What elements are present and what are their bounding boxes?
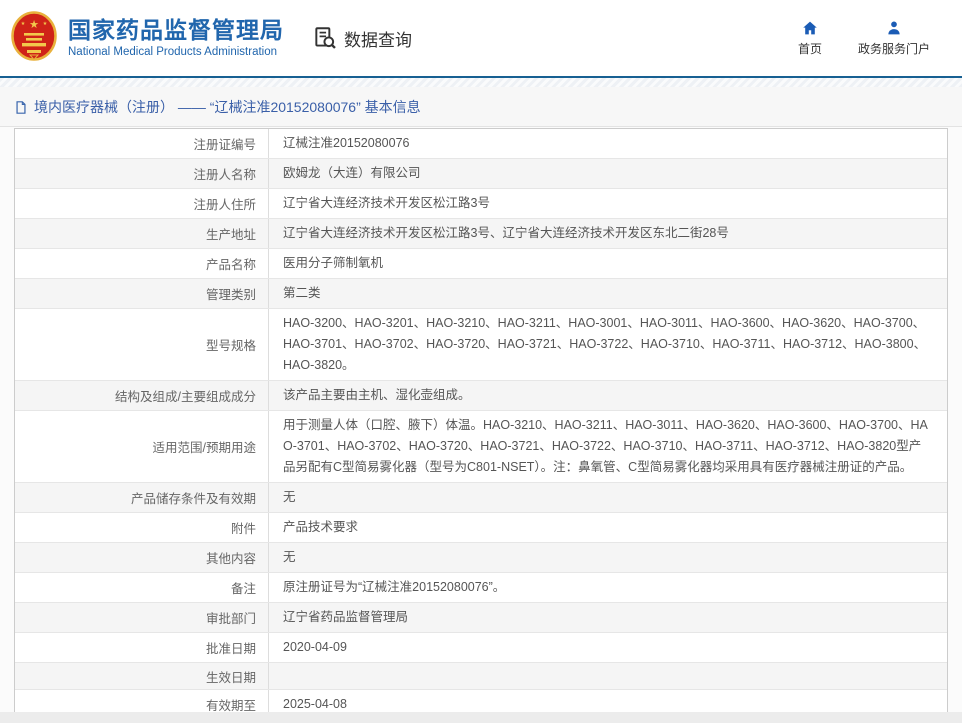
hatch-band [0,78,962,87]
nav-item-home[interactable]: 首页 [798,19,822,57]
data-query-label: 数据查询 [344,26,412,51]
row-label: 型号规格 [15,309,269,380]
svg-text:★: ★ [29,19,39,31]
data-query-tab[interactable]: 数据查询 [312,25,412,51]
table-row: 注册证编号 辽械注准20152080076 [15,129,947,159]
table-row: 生产地址 辽宁省大连经济技术开发区松江路3号、辽宁省大连经济技术开发区东北二街2… [15,219,947,249]
breadcrumb-text: 境内医疗器械（注册） —— “辽械注准20152080076” 基本信息 [34,97,421,117]
main-content: 境内医疗器械（注册） —— “辽械注准20152080076” 基本信息 注册证… [0,87,962,723]
site-title: 国家药品监督管理局 [68,17,284,43]
table-row: 管理类别 第二类 [15,279,947,309]
row-value: 该产品主要由主机、湿化壶组成。 [269,381,947,410]
site-subtitle: National Medical Products Administration [68,46,284,59]
row-value: HAO-3200、HAO-3201、HAO-3210、HAO-3211、HAO-… [269,309,947,380]
table-row: 适用范围/预期用途 用于测量人体（口腔、腋下）体温。HAO-3210、HAO-3… [15,411,947,483]
row-value: 医用分子筛制氧机 [269,249,947,278]
row-value [269,663,947,689]
table-row: 生效日期 [15,663,947,690]
national-emblem-icon: ★ ★ ★ [10,11,58,65]
table-row: 产品名称 医用分子筛制氧机 [15,249,947,279]
row-value: 用于测量人体（口腔、腋下）体温。HAO-3210、HAO-3211、HAO-30… [269,411,947,482]
breadcrumb: 境内医疗器械（注册） —— “辽械注准20152080076” 基本信息 [0,87,962,127]
row-value: 第二类 [269,279,947,308]
row-label: 生产地址 [15,219,269,248]
info-table: 注册证编号 辽械注准20152080076 注册人名称 欧姆龙（大连）有限公司 … [14,128,948,723]
nav-item-label: 政务服务门户 [858,40,930,57]
table-row: 产品储存条件及有效期 无 [15,483,947,513]
row-label: 产品名称 [15,249,269,278]
row-label: 注册人名称 [15,159,269,188]
table-row: 注册人名称 欧姆龙（大连）有限公司 [15,159,947,189]
row-value: 无 [269,543,947,572]
table-row: 注册人住所 辽宁省大连经济技术开发区松江路3号 [15,189,947,219]
row-label: 备注 [15,573,269,602]
row-value: 辽宁省大连经济技术开发区松江路3号、辽宁省大连经济技术开发区东北二街28号 [269,219,947,248]
document-search-icon [312,25,338,51]
row-label: 适用范围/预期用途 [15,411,269,482]
row-label: 其他内容 [15,543,269,572]
row-label: 附件 [15,513,269,542]
table-row: 批准日期 2020-04-09 [15,633,947,663]
row-label: 生效日期 [15,663,269,689]
table-row: 备注 原注册证号为“辽械注准20152080076”。 [15,573,947,603]
row-value: 欧姆龙（大连）有限公司 [269,159,947,188]
row-label: 注册证编号 [15,129,269,158]
nav-item-gov-portal[interactable]: 政务服务门户 [858,19,930,57]
home-icon [800,19,820,37]
site-header: ★ ★ ★ 国家药品监督管理局 National Medical Product… [0,0,962,76]
row-value: 原注册证号为“辽械注准20152080076”。 [269,573,947,602]
table-row: 附件 产品技术要求 [15,513,947,543]
page-icon [14,100,28,115]
svg-text:★: ★ [21,21,26,27]
row-value: 辽宁省大连经济技术开发区松江路3号 [269,189,947,218]
row-label: 产品储存条件及有效期 [15,483,269,512]
row-label: 注册人住所 [15,189,269,218]
row-label: 审批部门 [15,603,269,632]
logo-link[interactable]: ★ ★ ★ 国家药品监督管理局 National Medical Product… [10,11,284,65]
row-label: 批准日期 [15,633,269,662]
row-label: 管理类别 [15,279,269,308]
nav-item-label: 首页 [798,40,822,57]
row-value: 2020-04-09 [269,633,947,662]
row-value: 产品技术要求 [269,513,947,542]
footer-strip [0,712,962,723]
svg-text:★: ★ [43,21,48,27]
table-row: 审批部门 辽宁省药品监督管理局 [15,603,947,633]
table-row: 其他内容 无 [15,543,947,573]
row-value: 辽械注准20152080076 [269,129,947,158]
row-value: 辽宁省药品监督管理局 [269,603,947,632]
row-label: 结构及组成/主要组成成分 [15,381,269,410]
table-row: 结构及组成/主要组成成分 该产品主要由主机、湿化壶组成。 [15,381,947,411]
top-nav: 首页 政务服务门户 [798,19,936,57]
user-icon [884,19,904,37]
row-value: 无 [269,483,947,512]
table-row: 型号规格 HAO-3200、HAO-3201、HAO-3210、HAO-3211… [15,309,947,381]
